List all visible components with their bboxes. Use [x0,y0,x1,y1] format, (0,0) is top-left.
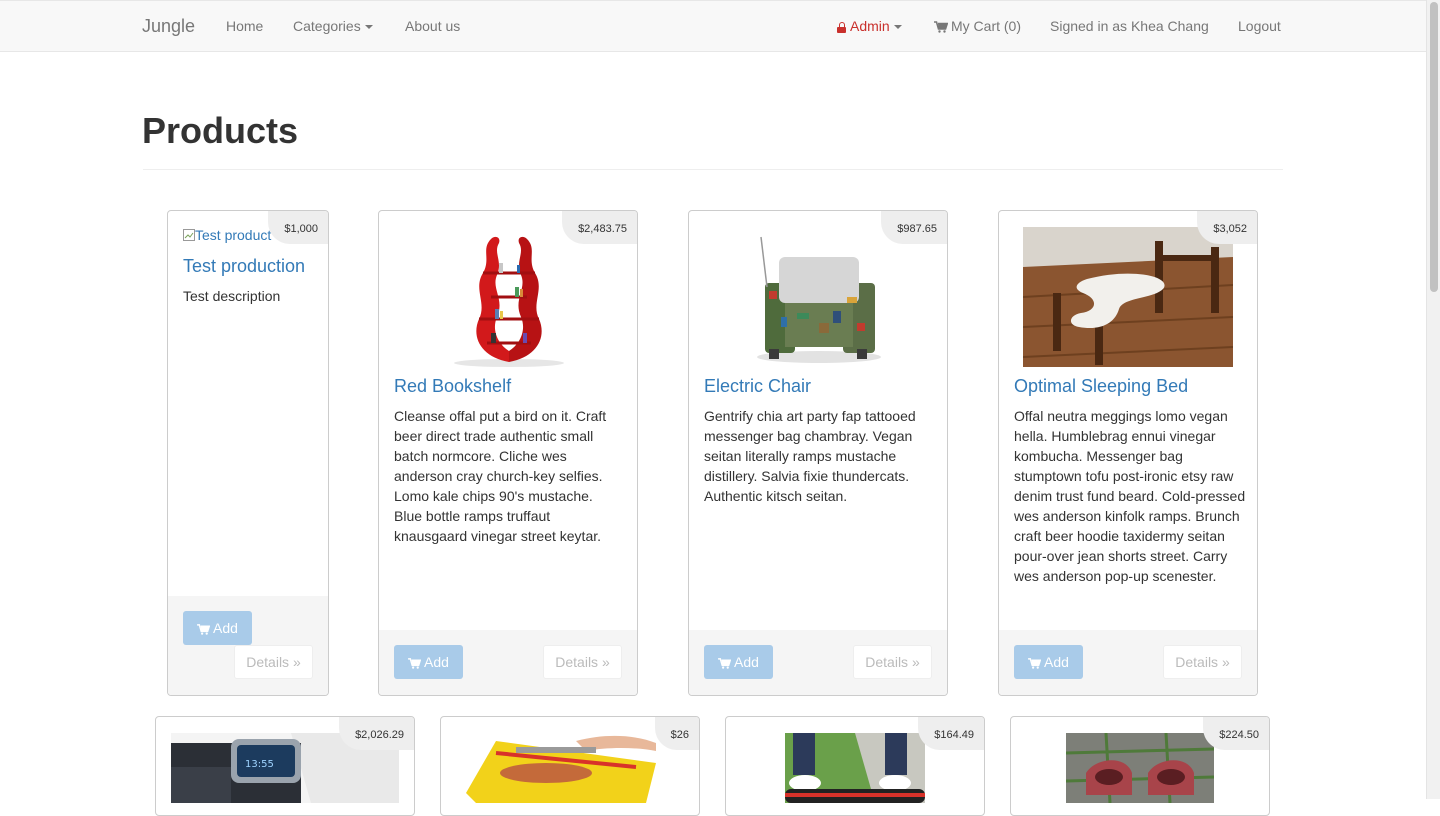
price-badge: $164.49 [918,717,984,750]
product-name-link[interactable]: Electric Chair [704,376,811,397]
details-button[interactable]: Details » [1163,645,1242,679]
broken-image-placeholder: Test product [183,227,278,243]
product-card: $164.49 [725,716,985,816]
add-to-cart-button[interactable]: Add [394,645,463,679]
top-navbar: Jungle Home Categories About us Admin My… [0,0,1426,52]
details-button[interactable]: Details » [543,645,622,679]
product-image [451,227,567,367]
details-button[interactable]: Details » [853,645,932,679]
nav-home-link[interactable]: Home [226,18,263,34]
product-card: 13:55 $2,026.29 [155,716,415,816]
product-card: $2,483.75 Red Bookshelf Cleanse offal pu… [378,210,638,696]
product-description: Gentrify chia art party fap tattooed mes… [704,408,916,504]
cart-icon [1028,658,1042,669]
page-scrollbar[interactable] [1426,0,1440,799]
price-badge: $1,000 [268,211,328,244]
product-card: Test product $1,000 Test production Test… [167,210,329,696]
product-image [1023,227,1233,367]
price-badge: $987.65 [881,211,947,244]
product-description: Offal neutra meggings lomo vegan hella. … [1014,408,1246,584]
nav-admin-dropdown[interactable]: Admin [837,18,902,34]
nav-cart-link[interactable]: My Cart (0) [934,18,1021,34]
add-button-label: Add [424,654,449,670]
product-image [456,733,666,803]
lock-icon [837,22,846,33]
brand-link[interactable]: Jungle [142,16,195,37]
cart-label: My Cart (0) [951,18,1021,34]
card-footer: Add Details » [999,630,1257,695]
categories-label: Categories [293,18,361,34]
title-divider [143,169,1283,170]
cart-icon [408,658,422,669]
product-card: $26 [440,716,700,816]
add-to-cart-button[interactable]: Add [1014,645,1083,679]
nav-categories-dropdown[interactable]: Categories [293,18,373,34]
svg-text:13:55: 13:55 [245,759,274,770]
product-image [747,227,889,367]
cart-icon [197,624,211,635]
product-card: $224.50 [1010,716,1270,816]
page-title: Products [142,110,299,151]
add-button-label: Add [213,620,238,636]
price-badge: $2,026.29 [339,717,414,750]
product-name-link[interactable]: Test production [183,256,305,277]
product-description: Test description [183,288,281,304]
add-button-label: Add [734,654,759,670]
nav-about-link[interactable]: About us [405,18,460,34]
add-to-cart-button[interactable]: Add [704,645,773,679]
product-card: $3,052 Optimal Sleeping Bed Offal neutra… [998,210,1258,696]
price-badge: $224.50 [1203,717,1269,750]
product-card: $987.65 Electric Chair Gentrify chia art… [688,210,948,696]
chevron-down-icon [893,25,902,30]
admin-label: Admin [850,18,890,34]
product-image [785,733,925,803]
product-name-link[interactable]: Red Bookshelf [394,376,511,397]
add-button-label: Add [1044,654,1069,670]
broken-image-icon [183,229,195,241]
product-image [1066,733,1214,803]
cart-icon [718,658,732,669]
scrollbar-thumb[interactable] [1430,2,1438,292]
card-footer: Add Details » [379,630,637,695]
logout-link[interactable]: Logout [1238,18,1281,34]
add-to-cart-button[interactable]: Add [183,611,252,645]
price-badge: $2,483.75 [562,211,637,244]
chevron-down-icon [364,25,373,30]
price-badge: $3,052 [1197,211,1257,244]
product-name-link[interactable]: Optimal Sleeping Bed [1014,376,1188,397]
details-button[interactable]: Details » [234,645,313,679]
card-footer: Add Details » [689,630,947,695]
product-description: Cleanse offal put a bird on it. Craft be… [394,408,607,544]
card-footer: Add Details » [168,596,328,695]
image-alt-text: Test product [195,227,272,243]
signed-in-user-link[interactable]: Signed in as Khea Chang [1050,18,1209,34]
cart-icon [934,21,948,33]
